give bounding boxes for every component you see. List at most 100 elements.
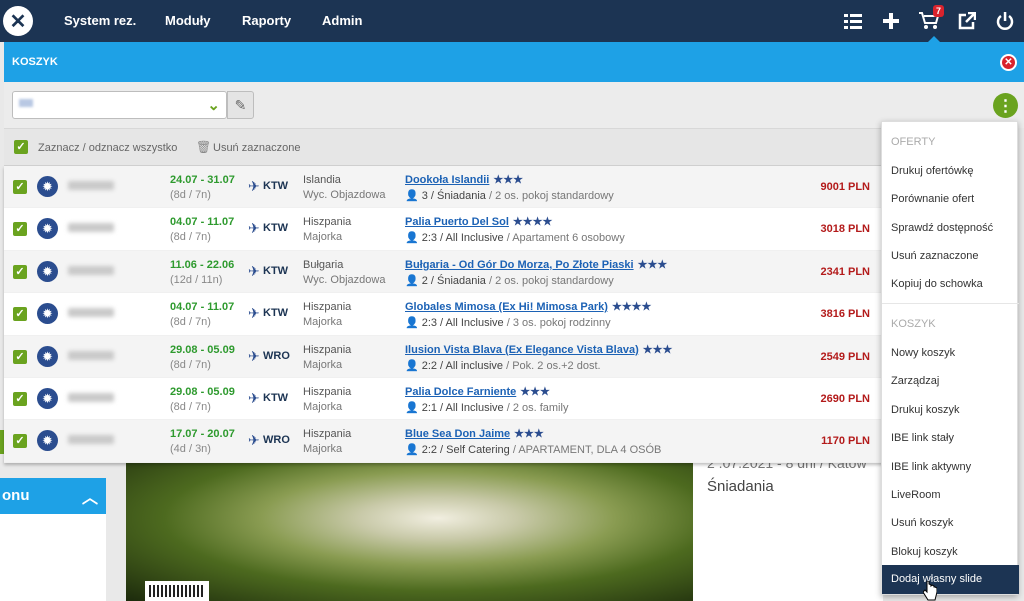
row-checkbox[interactable]: ✓ (13, 349, 27, 364)
offer-price: 3018 PLN (820, 223, 870, 236)
hotel-link[interactable]: Dookoła Islandii ★★★ (405, 173, 523, 186)
offer-region: Majorka (303, 401, 343, 413)
menu-item-lock-cart[interactable]: Blokuj koszyk (891, 546, 958, 558)
select-all-checkbox[interactable]: ✓ (14, 140, 28, 154)
menu-item-print-offer[interactable]: Drukuj ofertówkę (891, 165, 974, 177)
star-rating: ★★★ (493, 174, 523, 186)
hotel-link[interactable]: Ilusion Vista Blava (Ex Elegance Vista B… (405, 343, 672, 356)
star-rating: ★★★★ (512, 216, 553, 229)
table-row[interactable]: ✓ ✹ 17.07 - 20.07 (4d / 3n) ✈ WRO Hiszpania Maj… (4, 420, 894, 463)
cart-select[interactable]: ⌄ (12, 91, 227, 119)
hotel-name[interactable]: Bułgaria - Od Gór Do Morza, Po Złote Pia… (405, 259, 634, 271)
row-checkbox[interactable]: ✓ (13, 180, 27, 194)
app-logo-icon[interactable]: ✕ (3, 6, 33, 36)
row-checkbox[interactable]: ✓ (13, 222, 27, 237)
menu-item-ibe-static[interactable]: IBE link stały (891, 432, 954, 444)
offer-dates: 29.08 - 05.09 (170, 386, 235, 398)
kebab-icon: ⋮ (997, 97, 1014, 115)
nav-admin[interactable]: Admin (322, 13, 362, 28)
hotel-link[interactable]: Blue Sea Don Jaime ★★★ (405, 427, 544, 440)
row-checkbox[interactable]: ✓ (13, 434, 27, 449)
row-checkbox[interactable]: ✓ (13, 392, 27, 406)
offer-room: / Apartament 6 osobowy (506, 232, 625, 245)
offer-details: 👤 2:2 / Self Catering / APARTAMENT, DLA 4… (405, 443, 661, 456)
hotel-name[interactable]: Dookoła Islandii (405, 174, 489, 186)
chevron-up-icon: ︿ (82, 490, 99, 507)
operator-name (68, 181, 114, 190)
more-options-button[interactable]: ⋮ (993, 93, 1018, 118)
nav-moduly[interactable]: Moduły (165, 13, 211, 28)
menu-item-ibe-active[interactable]: IBE link aktywny (891, 461, 971, 473)
hotel-link[interactable]: Bułgaria - Od Gór Do Morza, Po Złote Pia… (405, 258, 667, 271)
hotel-name[interactable]: Ilusion Vista Blava (Ex Elegance Vista B… (405, 344, 639, 356)
offer-region: Majorka (303, 316, 343, 329)
close-icon[interactable]: ✕ (1000, 54, 1017, 71)
menu-item-delete-selected[interactable]: Usuń zaznaczone (891, 250, 978, 262)
edit-cart-button[interactable]: ✎ (227, 91, 254, 119)
table-row[interactable]: ✓ ✹ 04.07 - 11.07 (8d / 7n) ✈ KTW Hiszpania Maj… (4, 293, 894, 336)
table-row[interactable]: ✓ ✹ 29.08 - 05.09 (8d / 7n) ✈ KTW Hiszpania Maj… (4, 378, 894, 421)
menu-item-compare-offers[interactable]: Porównanie ofert (891, 193, 974, 205)
offer-details: 👤 2:3 / All Inclusive / Apartament 6 osob… (405, 231, 625, 244)
hotel-link[interactable]: Palia Puerto Del Sol ★★★★ (405, 215, 552, 228)
departure-airport: KTW (263, 180, 289, 192)
sun-icon: ✹ (37, 430, 58, 452)
star-rating: ★★★ (514, 428, 544, 441)
hotel-name[interactable]: Palia Dolce Farniente (405, 386, 516, 398)
table-row[interactable]: ✓ ✹ 04.07 - 11.07 (8d / 7n) ✈ KTW Hiszpania Maj… (4, 208, 894, 251)
power-icon[interactable] (986, 0, 1024, 42)
delete-selected-label[interactable]: Usuń zaznaczone (213, 142, 300, 154)
offers-list: ✓ ✹ 24.07 - 31.07 (8d / 7n) ✈ KTW Islandia Wyc.… (4, 166, 894, 463)
external-link-icon[interactable] (948, 0, 986, 42)
cart-count-badge: 7 (932, 5, 944, 17)
hotel-name[interactable]: Palia Puerto Del Sol (405, 216, 509, 228)
offer-region: Wyc. Objazdowa (303, 189, 386, 201)
menu-section-offers: OFERTY (891, 136, 936, 148)
person-icon: 👤 (405, 190, 419, 202)
select-all-label[interactable]: Zaznacz / odznacz wszystko (38, 142, 177, 154)
row-checkbox[interactable]: ✓ (13, 307, 27, 322)
menu-divider (882, 303, 1019, 304)
menu-item-manage[interactable]: Zarządzaj (891, 375, 939, 387)
plane-icon: ✈ (248, 262, 260, 279)
table-row[interactable]: ✓ ✹ 24.07 - 31.07 (8d / 7n) ✈ KTW Islandia Wyc.… (4, 166, 894, 209)
offer-country: Bułgaria (303, 258, 344, 271)
offer-country: Islandia (303, 174, 341, 186)
hotel-name[interactable]: Globales Mimosa (Ex Hi! Mimosa Park) (405, 301, 608, 313)
offer-region: Wyc. Objazdowa (303, 273, 386, 286)
trash-icon[interactable]: 🗑 (196, 140, 211, 154)
operator-name (68, 223, 114, 233)
nav-raporty[interactable]: Raporty (242, 13, 291, 28)
offer-country: Hiszpania (303, 343, 352, 356)
departure-airport: KTW (263, 307, 289, 320)
departure-airport: WRO (263, 349, 290, 362)
pencil-icon: ✎ (234, 96, 247, 113)
menu-item-liveroom[interactable]: LiveRoom (891, 489, 941, 501)
hotel-link[interactable]: Palia Dolce Farniente ★★★ (405, 385, 550, 398)
offer-region: Majorka (303, 358, 343, 371)
offer-duration: (8d / 7n) (170, 401, 211, 413)
sun-icon: ✹ (37, 303, 58, 325)
list-icon[interactable] (834, 0, 872, 42)
offer-details: 👤 3 / Śniadania / 2 os. pokoj standardowy (405, 189, 614, 202)
menu-item-new-cart[interactable]: Nowy koszyk (891, 347, 955, 359)
table-row[interactable]: ✓ ✹ 11.06 - 22.06 (12d / 11n) ✈ KTW Bułgaria Wy… (4, 250, 894, 294)
table-row[interactable]: ✓ ✹ 29.08 - 05.09 (8d / 7n) ✈ WRO Hiszpania Maj… (4, 335, 894, 378)
bg-left-panel-header[interactable]: onu ︿ (0, 478, 106, 514)
menu-item-delete-cart[interactable]: Usuń koszyk (891, 517, 953, 529)
row-checkbox[interactable]: ✓ (13, 264, 27, 279)
menu-item-print-cart[interactable]: Drukuj koszyk (891, 404, 959, 416)
menu-item-copy-clipboard[interactable]: Kopiuj do schowka (891, 278, 983, 290)
menu-item-check-availability[interactable]: Sprawdź dostępność (891, 222, 993, 234)
hotel-name[interactable]: Blue Sea Don Jaime (405, 428, 510, 440)
plus-icon[interactable] (872, 0, 910, 42)
person-icon: 👤 (405, 274, 419, 287)
hotel-link[interactable]: Globales Mimosa (Ex Hi! Mimosa Park) ★★★★ (405, 300, 651, 313)
offer-board: 2:3 / All Inclusive (421, 317, 504, 330)
options-menu: OFERTY Drukuj ofertówkę Porównanie ofert… (881, 121, 1019, 595)
offer-price: 9001 PLN (820, 181, 870, 193)
offer-board: 2 / Śniadania (421, 274, 486, 287)
offer-duration: (8d / 7n) (170, 189, 211, 201)
offer-room: / 2 os. pokoj standardowy (488, 274, 614, 287)
nav-system-rez[interactable]: System rez. (64, 13, 136, 28)
